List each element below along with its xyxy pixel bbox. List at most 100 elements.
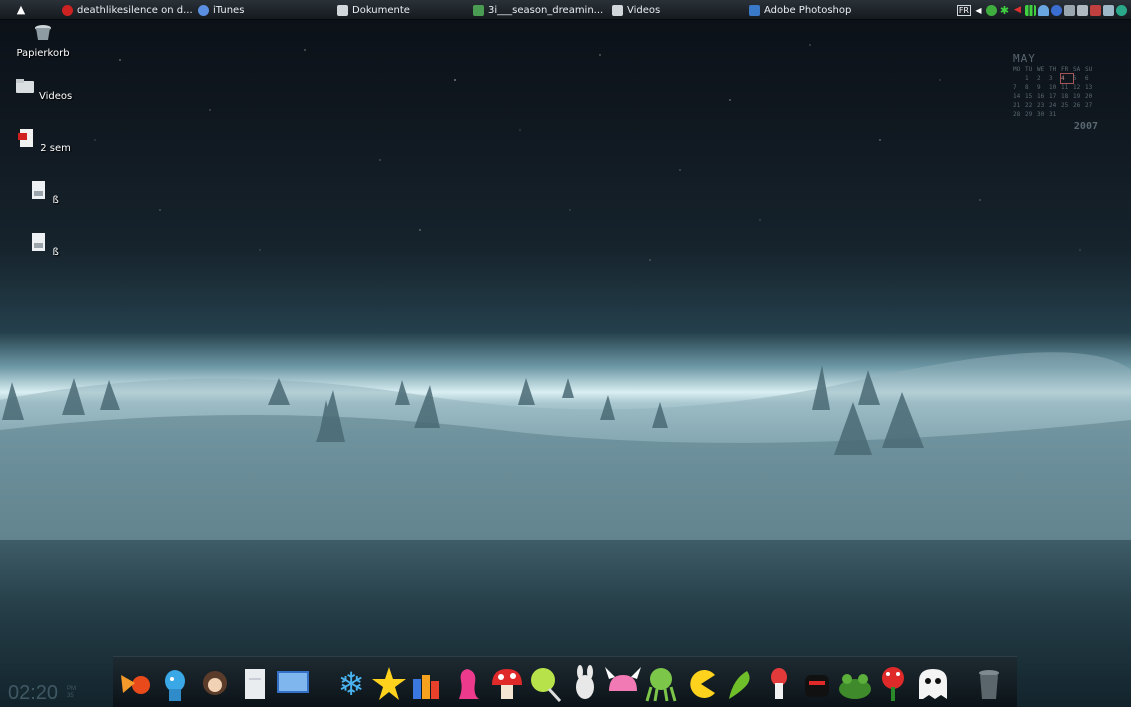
bunny-icon[interactable] <box>567 665 603 703</box>
calendar-day: 25 <box>1061 102 1069 109</box>
ghost-icon[interactable] <box>915 665 951 703</box>
calendar-day: 12 <box>1073 84 1081 91</box>
octopus-icon[interactable] <box>643 665 679 703</box>
calendar-day: 30 <box>1037 111 1045 118</box>
desktop-icon-label: ß <box>52 247 59 258</box>
calendar-day: 3 <box>1049 75 1053 82</box>
desktop-icon-label: ß <box>52 195 59 206</box>
calendar-weekdays: MO TU WE TH FR SA SU <box>1000 65 1100 74</box>
warrior-icon[interactable] <box>197 665 233 703</box>
photoshop-icon <box>749 4 760 16</box>
piranha-plant-icon[interactable] <box>875 665 911 703</box>
clock-ampm: PM 35 <box>67 686 76 700</box>
calendar-day: 13 <box>1085 84 1093 91</box>
calendar-day: 9 <box>1037 84 1041 91</box>
monitor-icon[interactable] <box>1064 4 1075 16</box>
calendar-days: 1 2 3 4 5 6 7 8 9 10 11 12 13 14 15 16 17 18 19 20 21 22 23 24 2… <box>1000 73 1100 119</box>
star-icon[interactable] <box>371 665 407 703</box>
calendar-day: 26 <box>1073 102 1081 109</box>
image-file-icon <box>473 4 484 16</box>
arrow-left-icon[interactable]: ◀ <box>973 5 984 16</box>
desktop-icon-text-file[interactable]: ß <box>11 232 75 258</box>
taskbar-item-dokumente[interactable]: Dokumente <box>337 2 410 18</box>
clock-widget: 02:20 PM 35 <box>8 682 76 705</box>
calendar-day: 24 <box>1049 102 1057 109</box>
show-more-icon[interactable]: ▲ <box>14 3 28 17</box>
calendar-day: 11 <box>1061 84 1069 91</box>
lollipop-icon[interactable] <box>527 665 563 703</box>
network-icon[interactable] <box>1077 4 1088 16</box>
taskbar-item-label: deathlikesilence on d... <box>77 4 193 16</box>
document-icon[interactable] <box>237 665 273 703</box>
calendar-day: 19 <box>1073 93 1081 100</box>
taskbar-item-photoshop[interactable]: Adobe Photoshop <box>749 2 851 18</box>
network-icon[interactable] <box>1090 4 1101 16</box>
text-file-icon <box>32 233 46 251</box>
taskbar-item-itunes[interactable]: iTunes <box>198 2 244 18</box>
recycle-bin-icon <box>35 25 51 40</box>
asterisk-icon[interactable]: ✱ <box>999 5 1010 16</box>
ninja-icon[interactable] <box>799 665 835 703</box>
calendar-weekday: MO <box>1013 66 1021 73</box>
calendar-weekday: FR <box>1061 66 1069 73</box>
desktop-icon-recycle-bin[interactable]: Papierkorb <box>11 22 75 59</box>
trash-can-icon[interactable] <box>971 665 1007 703</box>
dock: ❄ <box>113 656 1017 707</box>
calendar-week: 7 8 9 10 11 12 13 <box>1000 83 1100 92</box>
calendar-weekday: SU <box>1085 66 1093 73</box>
viking-helmet-icon[interactable] <box>605 665 641 703</box>
desktop-icon-text-file[interactable]: ß <box>11 180 75 206</box>
signal-icon[interactable] <box>1025 4 1036 16</box>
taskbar-item-label: iTunes <box>213 4 245 16</box>
taskbar-item-opera[interactable]: deathlikesilence on d... <box>62 2 193 18</box>
desktop-icon-label: Videos <box>38 91 73 102</box>
calendar-day: 18 <box>1061 93 1069 100</box>
desktop-icon-videos[interactable]: Videos <box>11 76 75 102</box>
calendar-year: 2007 <box>1073 121 1098 132</box>
language-indicator[interactable]: FR <box>956 4 971 16</box>
calendar-day: 15 <box>1025 93 1033 100</box>
taskbar-item-image[interactable]: 3i___season_dreamin... <box>473 2 603 18</box>
pdf-file-icon <box>18 129 34 147</box>
calendar-day <box>1013 74 1025 83</box>
taskbar-item-videos[interactable]: Videos <box>612 2 660 18</box>
taskbar-item-label: Adobe Photoshop <box>764 4 852 16</box>
calendar-day: 7 <box>1013 84 1017 91</box>
text-file-icon <box>32 181 46 199</box>
snowy-hills <box>0 352 1131 540</box>
taskbar: ▲ deathlikesilence on d... iTunes Dokume… <box>0 0 1131 20</box>
desktop-icon-label: 2 sem <box>40 143 71 154</box>
network-icon[interactable] <box>1051 4 1062 16</box>
dragon-icon[interactable] <box>723 665 759 703</box>
calendar-week: 21 22 23 24 25 26 27 <box>1000 101 1100 110</box>
folder-icon <box>337 4 348 16</box>
blue-creature-icon[interactable] <box>157 665 193 703</box>
snowflake-icon[interactable]: ❄ <box>333 665 369 703</box>
calendar-widget: MAY MO TU WE TH FR SA SU 1 2 3 4 5 6 7 8 9 10 11 12 13 14 15… <box>1000 52 1100 132</box>
flame-icon[interactable] <box>1038 4 1049 16</box>
squid-icon[interactable] <box>761 665 797 703</box>
monitor-icon[interactable] <box>275 665 311 703</box>
messenger-icon[interactable] <box>986 4 997 16</box>
calendar-day: 6 <box>1085 75 1089 82</box>
calendar-weekday: SA <box>1073 66 1081 73</box>
calendar-day <box>1085 110 1097 119</box>
taskbar-item-label: Dokumente <box>352 4 410 16</box>
calendar-day: 23 <box>1037 102 1045 109</box>
globe-icon[interactable] <box>1116 4 1127 16</box>
pink-worm-icon[interactable] <box>449 665 485 703</box>
pacman-icon[interactable] <box>683 665 719 703</box>
volume-icon[interactable]: ◀ <box>1012 5 1023 16</box>
frog-icon[interactable] <box>837 665 873 703</box>
mushroom-icon[interactable] <box>489 665 525 703</box>
calendar-day: 20 <box>1085 93 1093 100</box>
crayons-icon[interactable] <box>409 665 445 703</box>
monitor-icon[interactable] <box>1103 4 1114 16</box>
calendar-day: 29 <box>1025 111 1033 118</box>
opera-icon <box>62 4 73 16</box>
calendar-day: 4 <box>1060 73 1074 84</box>
desktop-icon-2-sem[interactable]: 2 sem <box>11 128 75 154</box>
taskbar-item-label: Videos <box>627 4 661 16</box>
folder-icon <box>15 79 34 93</box>
comet-icon[interactable] <box>119 665 155 703</box>
